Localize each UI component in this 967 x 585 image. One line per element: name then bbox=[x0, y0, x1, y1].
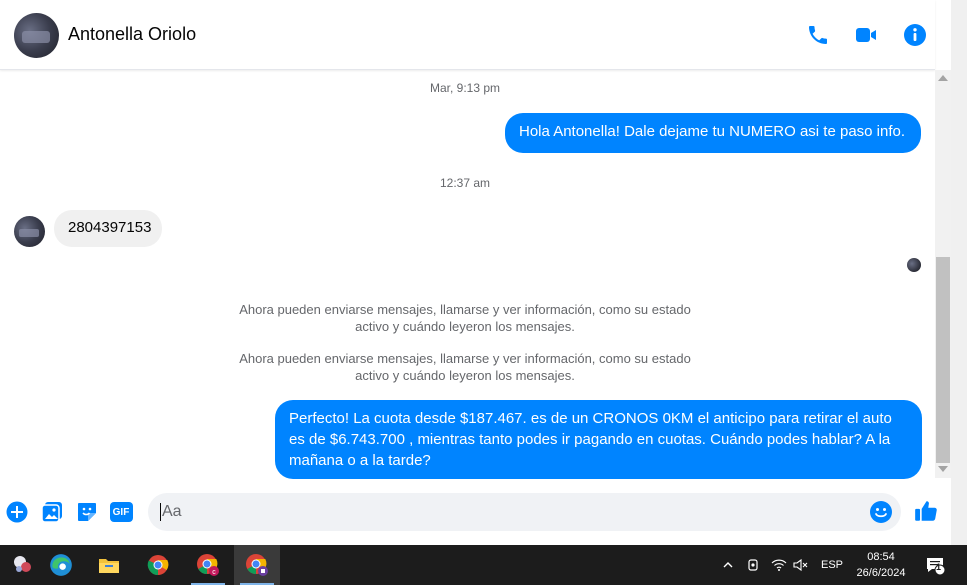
windows-taskbar: c ESP 08:54 26/6/2024 1 bbox=[0, 545, 967, 585]
message-line: Perfecto! La cuota desde $187.467. es de… bbox=[289, 410, 892, 427]
contact-name[interactable]: Antonella Oriolo bbox=[68, 24, 196, 45]
language-indicator[interactable]: ESP bbox=[821, 545, 843, 585]
message-composer: GIF Aa bbox=[0, 488, 951, 538]
sticker-icon[interactable] bbox=[75, 500, 99, 524]
meet-now-icon[interactable] bbox=[746, 545, 762, 585]
timestamp: Mar, 9:13 pm bbox=[429, 81, 501, 95]
contact-avatar[interactable] bbox=[14, 13, 59, 58]
plus-icon[interactable] bbox=[5, 500, 29, 524]
notification-count: 1 bbox=[936, 562, 942, 572]
scroll-down-arrow[interactable] bbox=[938, 466, 948, 472]
phone-icon[interactable] bbox=[805, 22, 831, 48]
clock-date: 26/6/2024 bbox=[856, 567, 906, 579]
messenger-window: Antonella Oriolo Mar, 9:13 pm Hola Anton… bbox=[0, 0, 967, 585]
system-clock[interactable]: 08:54 26/6/2024 bbox=[850, 549, 912, 581]
file-explorer-icon[interactable] bbox=[86, 545, 132, 585]
volume-muted-icon[interactable] bbox=[793, 545, 811, 585]
outgoing-message[interactable]: Hola Antonella! Dale dejame tu NUMERO as… bbox=[505, 113, 921, 153]
svg-text:c: c bbox=[212, 569, 216, 576]
timestamp: 12:37 am bbox=[439, 176, 491, 190]
chat-header: Antonella Oriolo bbox=[0, 0, 935, 70]
seen-indicator-avatar bbox=[907, 258, 921, 272]
system-note-line: activo y cuándo leyeron los mensajes. bbox=[355, 368, 575, 383]
edge-browser-icon[interactable] bbox=[38, 545, 84, 585]
incoming-message[interactable]: 2804397153 bbox=[54, 210, 162, 247]
window-edge bbox=[951, 0, 967, 545]
contact-avatar-small[interactable] bbox=[14, 216, 45, 247]
emoji-icon[interactable] bbox=[869, 500, 893, 524]
gif-label: GIF bbox=[109, 502, 133, 522]
message-line: es de $6.743.700 , mientras tanto podes … bbox=[289, 431, 891, 448]
system-note: Ahora pueden enviarse mensajes, llamarse… bbox=[215, 350, 715, 384]
gif-icon[interactable]: GIF bbox=[109, 500, 133, 524]
scrollbar-thumb[interactable] bbox=[936, 257, 950, 463]
chrome-profile-active-icon[interactable] bbox=[234, 545, 280, 585]
message-input-placeholder: Aa bbox=[160, 503, 182, 521]
message-line: mañana o a la tarde? bbox=[289, 452, 431, 469]
image-icon[interactable] bbox=[40, 500, 64, 524]
network-icon[interactable] bbox=[771, 545, 789, 585]
chrome-icon[interactable] bbox=[135, 545, 181, 585]
info-icon[interactable] bbox=[902, 22, 928, 48]
system-note: Ahora pueden enviarse mensajes, llamarse… bbox=[215, 301, 715, 335]
system-note-line: activo y cuándo leyeron los mensajes. bbox=[355, 319, 575, 334]
system-note-line: Ahora pueden enviarse mensajes, llamarse… bbox=[239, 351, 691, 366]
notifications-icon[interactable]: 1 bbox=[924, 545, 950, 585]
message-input[interactable]: Aa bbox=[148, 493, 901, 531]
system-note-line: Ahora pueden enviarse mensajes, llamarse… bbox=[239, 302, 691, 317]
outgoing-message[interactable]: Perfecto! La cuota desde $187.467. es de… bbox=[275, 400, 922, 479]
scroll-up-arrow[interactable] bbox=[938, 75, 948, 81]
video-icon[interactable] bbox=[853, 22, 879, 48]
like-icon[interactable] bbox=[913, 498, 939, 524]
chrome-profile-c-icon[interactable]: c bbox=[185, 545, 231, 585]
clock-time: 08:54 bbox=[867, 551, 895, 563]
chevron-up-icon[interactable] bbox=[722, 545, 738, 585]
